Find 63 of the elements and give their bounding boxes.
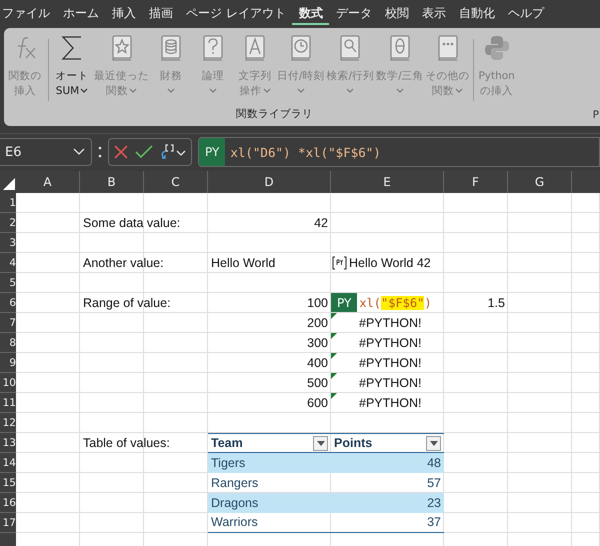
error-value: #PYTHON!	[359, 396, 422, 410]
menu-tab[interactable]: 挿入	[106, 3, 142, 25]
error-value: #PYTHON!	[359, 336, 422, 350]
output-type-icon[interactable]	[159, 143, 187, 161]
group-label: P	[592, 109, 599, 121]
number-value: 100	[306, 294, 329, 312]
error-indicator-icon[interactable]	[331, 353, 337, 359]
number-value: 300	[306, 334, 329, 352]
formula-field[interactable]: PY xl("D6") *xl("$F$6")	[198, 137, 600, 167]
number-value: 42	[313, 214, 329, 232]
dropdown-arrow-icon	[316, 440, 324, 446]
python-result: Hello World 42	[349, 256, 431, 270]
table-text: Rangers	[210, 474, 260, 492]
logo-icon	[482, 33, 511, 63]
name-box[interactable]: E6	[0, 138, 92, 166]
check-icon[interactable]	[135, 145, 153, 159]
row-label: Another value:	[82, 254, 165, 272]
table-number: 23	[331, 493, 444, 513]
menu-tab[interactable]: 校閲	[378, 3, 416, 25]
menu-tab[interactable]: 描画	[142, 3, 180, 25]
table-text: Tigers	[208, 453, 331, 473]
python-icon[interactable]	[332, 256, 347, 270]
more-icon[interactable]	[98, 145, 102, 159]
menu-tab[interactable]: 自動化	[452, 3, 502, 25]
ribbon-button[interactable]: オート SUM	[51, 33, 93, 98]
cancel-icon[interactable]	[113, 144, 129, 160]
error-value: #PYTHON!	[359, 356, 422, 370]
number-value: 400	[306, 354, 329, 372]
select-all-button[interactable]	[0, 171, 16, 193]
error-value: #PYTHON!	[359, 316, 422, 330]
number-value: 1.5	[486, 294, 506, 312]
number-value: 200	[306, 314, 329, 332]
menu-tab[interactable]: ホーム	[56, 3, 106, 25]
error-indicator-icon[interactable]	[331, 373, 337, 379]
dropdown-arrow-icon	[430, 440, 438, 446]
menu-tab[interactable]: 表示	[415, 3, 452, 25]
table-text: Dragons	[208, 493, 331, 513]
menu-tab[interactable]: 数式	[292, 3, 330, 25]
row-label: Table of values:	[82, 434, 171, 452]
python-badge: PY	[331, 293, 358, 312]
corner-triangle-icon	[3, 178, 15, 190]
chevron-icon	[73, 148, 85, 156]
error-indicator-icon[interactable]	[331, 333, 337, 339]
table-number: 37	[331, 513, 444, 533]
error-value: #PYTHON!	[359, 376, 422, 390]
row-label: Some data value:	[82, 214, 182, 232]
filter-dropdown-button[interactable]	[313, 436, 328, 450]
menu-tab[interactable]: データ	[329, 3, 378, 25]
menu-tab[interactable]: ページ レイアウト	[180, 3, 292, 25]
number-value: 500	[306, 374, 329, 392]
row-label: Range of value:	[82, 294, 172, 312]
error-indicator-icon[interactable]	[331, 393, 337, 399]
python-badge: PY	[199, 138, 226, 166]
table-number: 57	[426, 474, 442, 492]
filter-dropdown-button[interactable]	[426, 436, 441, 450]
menu-tab[interactable]: ファイル	[0, 3, 56, 25]
menu-tab[interactable]: ヘルプ	[501, 3, 550, 25]
formula-text: xl("$F$6")	[358, 296, 432, 310]
row-label: Hello World	[210, 254, 276, 272]
number-value: 600	[306, 394, 329, 412]
table-number: 48	[331, 453, 444, 473]
group-label: 関数ライブラリ	[236, 107, 313, 121]
table-text: Warriors	[208, 513, 331, 533]
